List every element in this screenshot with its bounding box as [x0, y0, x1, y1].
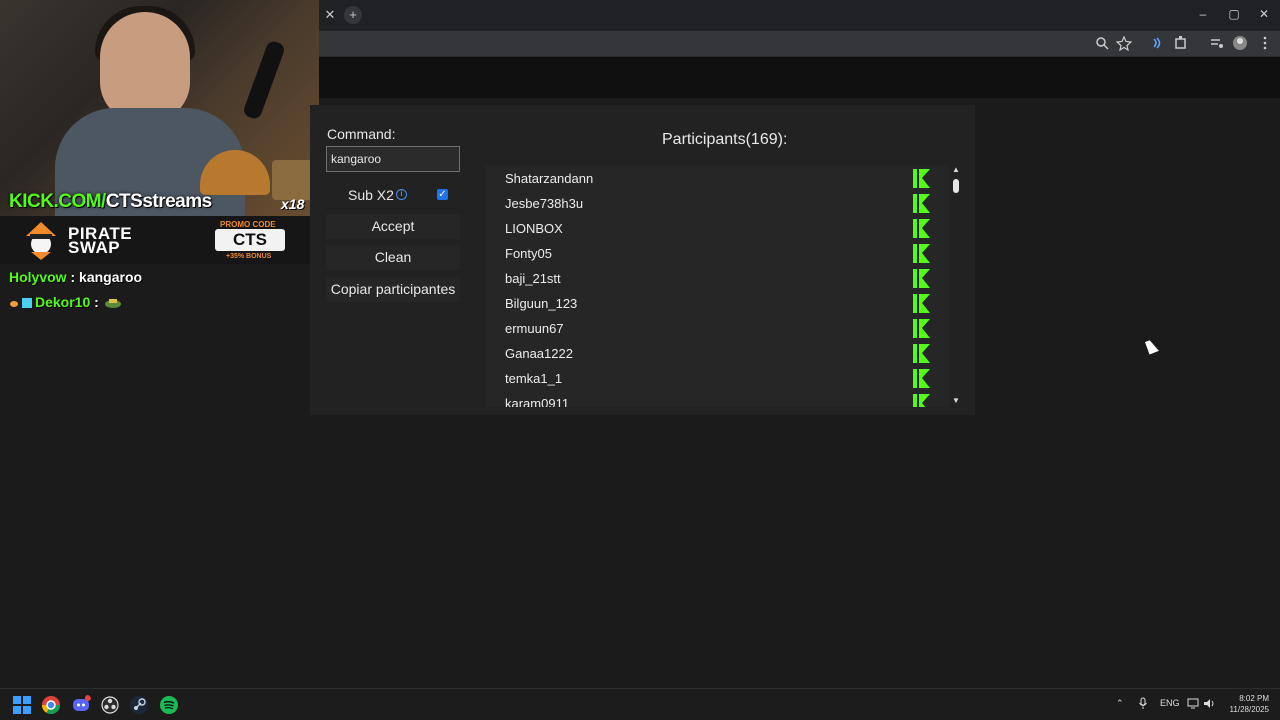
chat-message: Dekor10 :	[9, 294, 123, 310]
age-badge: x18	[281, 196, 305, 212]
windows-taskbar: ⌃ ENG 8:02 PM 11/28/2025	[0, 688, 1280, 720]
kick-channel-url: KICK.COM/CTSstreams	[9, 191, 212, 213]
kick-icon	[913, 219, 930, 238]
obs-icon[interactable]	[100, 695, 120, 715]
window-close-icon[interactable]: ✕	[1250, 5, 1278, 23]
page-header	[319, 56, 1280, 98]
copy-participants-button[interactable]: Copiar participantes	[326, 277, 460, 302]
promo-label: PROMO CODE	[220, 220, 276, 229]
chat-emote-icon	[104, 299, 121, 309]
mouse-cursor-icon	[1145, 338, 1159, 355]
participants-title: Participants(169):	[662, 131, 788, 148]
accept-button[interactable]: Accept	[326, 214, 460, 239]
chat-username: Holyvow	[9, 269, 67, 285]
participants-list[interactable]: Shatarzandann Jesbe738h3u LIONBOX Fonty0…	[485, 165, 949, 407]
chat-message: Holyvow : kangaroo	[9, 269, 142, 285]
kick-icon	[913, 369, 930, 388]
spotify-icon[interactable]	[159, 695, 179, 715]
browser-toolbar	[319, 31, 1280, 56]
chat-separator: :	[66, 269, 80, 285]
kick-icon	[913, 319, 930, 338]
extensions-icon[interactable]	[1173, 35, 1189, 51]
command-input[interactable]	[326, 146, 460, 172]
kick-icon	[913, 269, 930, 288]
participant-name: Jesbe738h3u	[505, 196, 584, 211]
participant-name: baji_21stt	[505, 271, 561, 286]
participant-name: ermuun67	[505, 321, 564, 336]
participant-name: temka1_1	[505, 371, 563, 386]
list-item: LIONBOX	[485, 216, 949, 241]
language-indicator[interactable]: ENG	[1160, 698, 1180, 708]
chat-badges-icon	[10, 298, 32, 309]
list-item: Jesbe738h3u	[485, 191, 949, 216]
chat-username: Dekor10	[35, 294, 91, 310]
kick-icon	[913, 294, 930, 313]
kick-icon	[913, 169, 930, 188]
list-item: Shatarzandann	[485, 166, 949, 191]
microphone-icon[interactable]	[1138, 697, 1148, 710]
participant-name: Fonty05	[505, 246, 552, 261]
kick-icon	[913, 244, 930, 263]
sub-x2-checkbox[interactable]: ✓	[437, 189, 448, 200]
kick-icon	[913, 344, 930, 363]
star-icon[interactable]	[1116, 35, 1132, 51]
windows-start-icon[interactable]	[12, 695, 32, 715]
clock-date: 11/28/2025	[1229, 705, 1269, 714]
list-item: ermuun67	[485, 316, 949, 341]
menu-icon[interactable]	[1257, 35, 1273, 51]
clean-button[interactable]: Clean	[326, 245, 460, 270]
kick-icon	[913, 194, 930, 213]
participant-name: Ganaa1222	[505, 346, 573, 361]
discord-icon[interactable]	[71, 695, 91, 715]
kick-icon	[913, 394, 930, 407]
participant-name: Bilguun_123	[505, 296, 578, 311]
list-item: baji_21stt	[485, 266, 949, 291]
sub-x2-label: Sub X2	[348, 187, 394, 203]
minimize-icon[interactable]: –	[1189, 5, 1217, 23]
pirate-logo-icon	[26, 222, 56, 260]
list-item: Ganaa1222	[485, 341, 949, 366]
microphone-image	[241, 39, 287, 121]
info-icon[interactable]: i	[396, 189, 407, 200]
sponsor-name-line2: SWAP	[68, 238, 121, 257]
webcam-overlay: KICK.COM/CTSstreams x18	[0, 0, 319, 216]
browser-tab-strip: ✕ + – ▢ ✕	[319, 0, 1280, 31]
sponsor-banner: PIRATE SWAP PROMO CODE CTS +35% BONUS	[0, 216, 319, 264]
promo-bonus: +35% BONUS	[226, 253, 272, 260]
scroll-thumb[interactable]	[953, 179, 959, 193]
list-item: karam0911	[485, 391, 949, 407]
scroll-up-icon[interactable]: ▲	[950, 165, 962, 175]
participant-name: LIONBOX	[505, 221, 563, 236]
restore-icon[interactable]: ▢	[1220, 5, 1248, 23]
participants-scrollbar[interactable]: ▲ ▼	[950, 165, 962, 407]
kick-url-channel: CTSstreams	[105, 191, 212, 212]
participant-name: Shatarzandann	[505, 171, 594, 186]
volume-icon[interactable]	[1203, 698, 1215, 709]
list-item: temka1_1	[485, 366, 949, 391]
chrome-icon[interactable]	[41, 695, 61, 715]
promo-code: CTS	[215, 229, 285, 251]
zoom-icon[interactable]	[1094, 35, 1110, 51]
tab-close-icon[interactable]: ✕	[321, 6, 339, 24]
chat-text: kangaroo	[79, 269, 143, 285]
tray-chevron-icon[interactable]: ⌃	[1116, 698, 1124, 709]
clock-time: 8:02 PM	[1239, 694, 1269, 703]
sponsor-name: PIRATE SWAP	[68, 225, 132, 257]
system-clock[interactable]: 8:02 PM 11/28/2025	[1225, 693, 1269, 715]
meme-sticker-image	[272, 160, 312, 200]
network-icon[interactable]	[1187, 698, 1199, 709]
chat-separator: :	[90, 294, 103, 310]
media-icon[interactable]	[1209, 35, 1225, 51]
participant-name: karam0911	[505, 396, 570, 407]
kick-url-prefix: KICK.COM/	[9, 191, 106, 212]
read-aloud-icon[interactable]	[1149, 35, 1165, 51]
steam-icon[interactable]	[129, 695, 149, 715]
new-tab-button[interactable]: +	[344, 6, 362, 24]
command-label: Command:	[327, 126, 396, 142]
list-item: Fonty05	[485, 241, 949, 266]
streamer-face	[100, 12, 190, 122]
list-item: Bilguun_123	[485, 291, 949, 316]
scroll-down-icon[interactable]: ▼	[950, 396, 962, 406]
profile-icon[interactable]	[1232, 35, 1248, 51]
